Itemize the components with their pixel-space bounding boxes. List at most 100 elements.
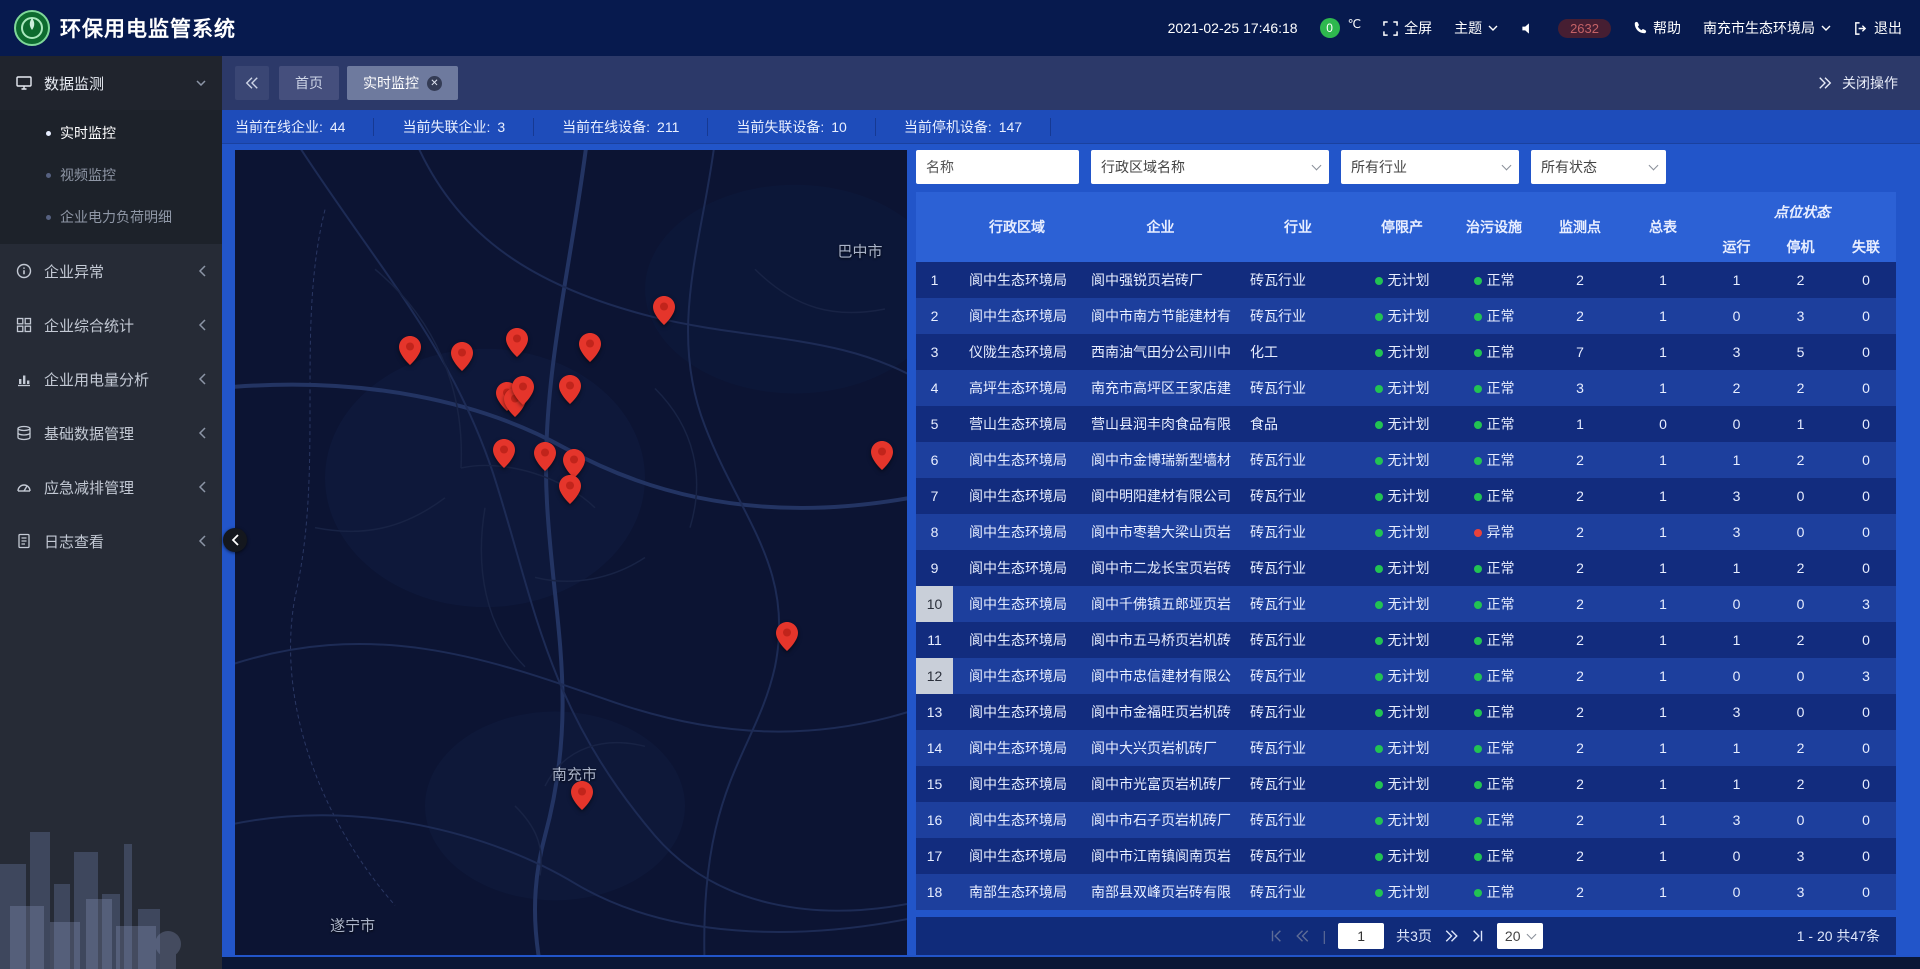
alert-count-badge[interactable]: 2632: [1558, 19, 1611, 38]
row-points: 2: [1540, 514, 1620, 550]
table-row[interactable]: 18 南部生态环境局 南部县双峰页岩砖有限 砖瓦行业 无计划 正常 2 1 0: [916, 874, 1896, 910]
sidebar-item[interactable]: 企业用电量分析: [0, 352, 222, 406]
sidebar-item[interactable]: 企业异常: [0, 244, 222, 298]
row-facility-label: 正常: [1487, 848, 1515, 864]
map-panel: 巴中市 南充市 遂宁市: [235, 150, 907, 955]
col-point-status-group: 点位状态: [1706, 192, 1896, 231]
bullet-dot: [46, 173, 51, 178]
map-pin[interactable]: [571, 781, 593, 810]
row-run: 3: [1706, 694, 1767, 730]
row-index: 2: [916, 298, 953, 334]
col-industry: 行业: [1240, 192, 1356, 262]
map-pin[interactable]: [451, 342, 473, 371]
row-run: 0: [1706, 874, 1767, 910]
row-company: 阆中明阳建材有限公司: [1081, 478, 1240, 514]
pagination-bar: | 共3页 20 1 - 20 共47条: [916, 917, 1896, 955]
org-dropdown[interactable]: 南充市生态环境局: [1703, 18, 1831, 38]
map-pin[interactable]: [399, 336, 421, 365]
page-number-input[interactable]: [1338, 923, 1384, 949]
map-pin[interactable]: [506, 328, 528, 357]
row-facility-status: 正常: [1448, 802, 1540, 838]
tab-realtime-monitor[interactable]: 实时监控 ✕: [347, 66, 458, 100]
sidebar-item[interactable]: 企业综合统计: [0, 298, 222, 352]
bullet-dot: [46, 215, 51, 220]
table-row[interactable]: 1 阆中生态环境局 阆中强锐页岩砖厂 砖瓦行业 无计划 正常 2 1 1: [916, 262, 1896, 298]
sidebar-submenu-item[interactable]: 企业电力负荷明细: [0, 196, 222, 238]
help-button[interactable]: 帮助: [1633, 18, 1681, 38]
fullscreen-button[interactable]: 全屏: [1383, 18, 1432, 38]
map-pin[interactable]: [653, 296, 675, 325]
table-row[interactable]: 4 高坪生态环境局 南充市高坪区王家店建 砖瓦行业 无计划 正常 3 1 2: [916, 370, 1896, 406]
next-page-button[interactable]: [1444, 929, 1459, 943]
row-index: 17: [916, 838, 953, 874]
table-row[interactable]: 5 营山生态环境局 营山县润丰肉食品有限 食品 无计划 正常 1 0 0: [916, 406, 1896, 442]
row-run: 1: [1706, 622, 1767, 658]
table-row[interactable]: 12 阆中生态环境局 阆中市忠信建材有限公 砖瓦行业 无计划 正常 2 1 0: [916, 658, 1896, 694]
tabs-scroll-right-icon[interactable]: [1818, 76, 1832, 90]
col-facility: 治污设施: [1448, 192, 1540, 262]
last-page-button[interactable]: [1471, 929, 1485, 943]
row-run: 0: [1706, 586, 1767, 622]
row-company: 阆中强锐页岩砖厂: [1081, 262, 1240, 298]
map-canvas[interactable]: 巴中市 南充市 遂宁市: [235, 150, 907, 955]
table-row[interactable]: 11 阆中生态环境局 阆中市五马桥页岩机砖 砖瓦行业 无计划 正常 2 1 1: [916, 622, 1896, 658]
logout-button[interactable]: 退出: [1853, 18, 1902, 38]
map-pin[interactable]: [871, 441, 893, 470]
table-scroll-area[interactable]: 行政区域 企业 行业 停限产 治污设施 监测点 总表 点位状态: [916, 192, 1896, 917]
speaker-icon: [1520, 21, 1536, 36]
alert-icon: [16, 263, 32, 279]
tabs-scroll-left-button[interactable]: [235, 66, 269, 100]
map-pin[interactable]: [512, 376, 534, 405]
table-row[interactable]: 3 仪陇生态环境局 西南油气田分公司川中 化工 无计划 正常 7 1 3: [916, 334, 1896, 370]
map-pin[interactable]: [559, 475, 581, 504]
row-facility-label: 正常: [1487, 704, 1515, 720]
page-size-select[interactable]: 20: [1497, 923, 1543, 949]
table-row[interactable]: 15 阆中生态环境局 阆中市光富页岩机砖厂 砖瓦行业 无计划 正常 2 1 1: [916, 766, 1896, 802]
sidebar-item-label: 应急减排管理: [44, 477, 134, 498]
tab-home[interactable]: 首页: [279, 66, 339, 100]
row-industry: 砖瓦行业: [1240, 658, 1356, 694]
first-page-button[interactable]: [1269, 929, 1283, 943]
sidebar-item-data-monitor[interactable]: 数据监测: [0, 56, 222, 110]
map-pin[interactable]: [563, 449, 585, 478]
table-row[interactable]: 17 阆中生态环境局 阆中市江南镇阆南页岩 砖瓦行业 无计划 正常 2 1 0: [916, 838, 1896, 874]
tab-label: 首页: [295, 73, 323, 93]
row-points: 2: [1540, 550, 1620, 586]
table-row[interactable]: 2 阆中生态环境局 阆中市南方节能建材有 砖瓦行业 无计划 正常 2 1 0: [916, 298, 1896, 334]
bullet-dot: [46, 131, 51, 136]
table-row[interactable]: 10 阆中生态环境局 阆中千佛镇五郎垭页岩 砖瓦行业 无计划 正常 2 1 0: [916, 586, 1896, 622]
table-row[interactable]: 16 阆中生态环境局 阆中市石子页岩机砖厂 砖瓦行业 无计划 正常 2 1 3: [916, 802, 1896, 838]
table-row[interactable]: 9 阆中生态环境局 阆中市二龙长宝页岩砖 砖瓦行业 无计划 正常 2 1 1: [916, 550, 1896, 586]
table-row[interactable]: 8 阆中生态环境局 阆中市枣碧大梁山页岩 砖瓦行业 无计划 异常 2 1 3: [916, 514, 1896, 550]
region-filter-select[interactable]: 行政区域名称: [1091, 150, 1329, 184]
industry-filter-select[interactable]: 所有行业: [1341, 150, 1519, 184]
map-pin[interactable]: [776, 622, 798, 651]
theme-dropdown[interactable]: 主题: [1454, 18, 1498, 38]
name-filter-input[interactable]: [916, 150, 1079, 184]
sidebar-submenu-item[interactable]: 实时监控: [0, 112, 222, 154]
map-pin[interactable]: [579, 333, 601, 362]
row-industry: 砖瓦行业: [1240, 442, 1356, 478]
sidebar-item[interactable]: 基础数据管理: [0, 406, 222, 460]
map-pin[interactable]: [534, 442, 556, 471]
row-limit-status: 无计划: [1356, 766, 1448, 802]
status-filter-select[interactable]: 所有状态: [1531, 150, 1666, 184]
table-row[interactable]: 6 阆中生态环境局 阆中市金博瑞新型墙材 砖瓦行业 无计划 正常 2 1 1: [916, 442, 1896, 478]
table-row[interactable]: 14 阆中生态环境局 阆中大兴页岩机砖厂 砖瓦行业 无计划 正常 2 1 1: [916, 730, 1896, 766]
table-row[interactable]: 13 阆中生态环境局 阆中市金福旺页岩机砖 砖瓦行业 无计划 正常 2 1 3: [916, 694, 1896, 730]
close-operations-button[interactable]: 关闭操作: [1842, 73, 1898, 93]
prev-page-button[interactable]: [1295, 929, 1310, 943]
tab-close-icon[interactable]: ✕: [427, 76, 442, 91]
gauge-icon: [16, 479, 32, 495]
sidebar-item[interactable]: 日志查看: [0, 514, 222, 568]
status-dot-green: [1375, 421, 1383, 429]
map-pin[interactable]: [559, 375, 581, 404]
temperature-unit: ℃: [1348, 17, 1361, 31]
table-row[interactable]: 7 阆中生态环境局 阆中明阳建材有限公司 砖瓦行业 无计划 正常 2 1 3: [916, 478, 1896, 514]
sidebar-submenu-item[interactable]: 视频监控: [0, 154, 222, 196]
row-lost: 0: [1834, 622, 1896, 658]
map-pin[interactable]: [493, 439, 515, 468]
row-stop: 3: [1767, 838, 1834, 874]
sidebar-item[interactable]: 应急减排管理: [0, 460, 222, 514]
speaker-button[interactable]: [1520, 21, 1536, 36]
